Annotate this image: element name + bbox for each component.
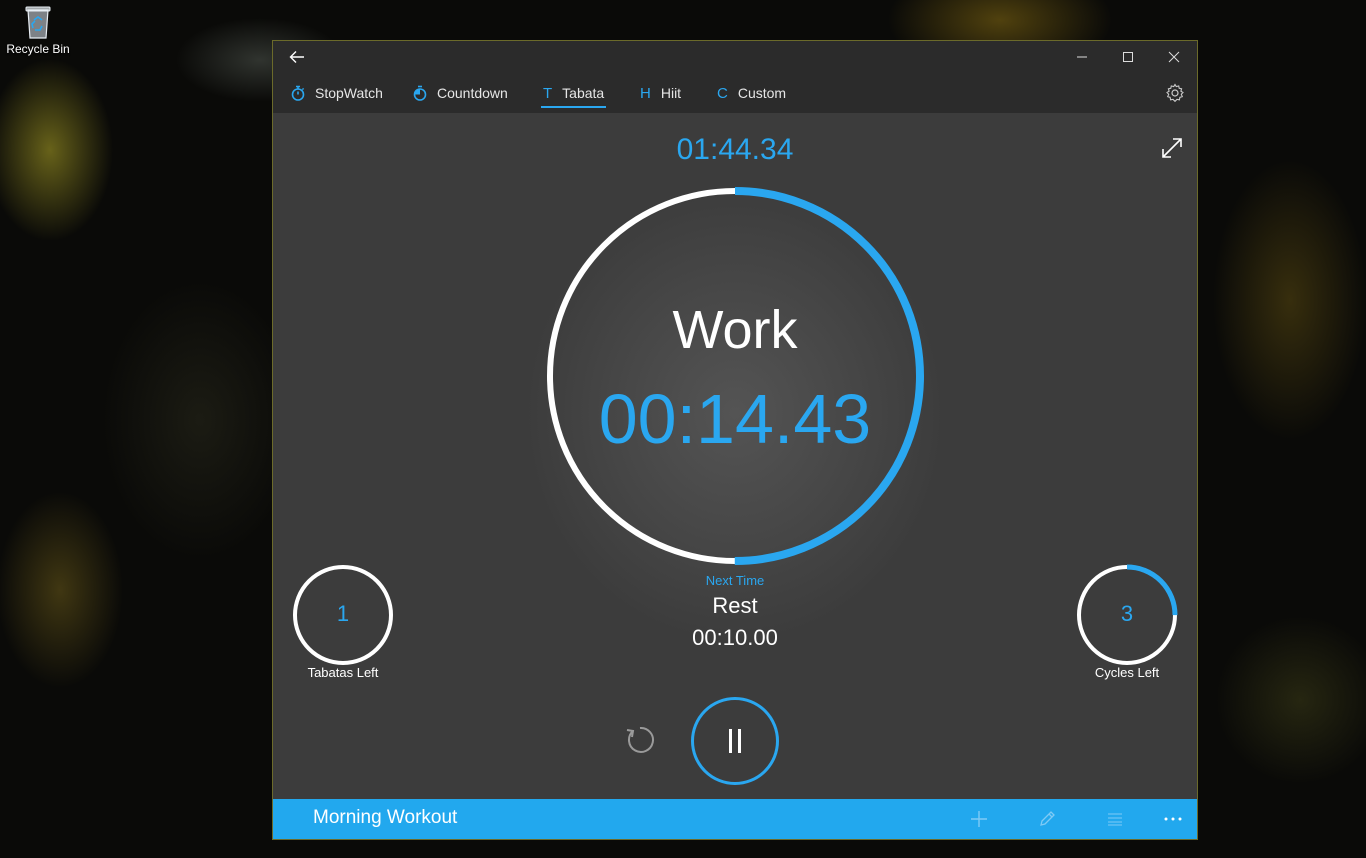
more-dots-icon bbox=[1164, 817, 1182, 821]
tab-stopwatch[interactable]: StopWatch bbox=[291, 73, 383, 113]
settings-button[interactable] bbox=[1165, 83, 1185, 103]
timer-app-window: StopWatch Countdown T Tabata H Hiit C Cu… bbox=[272, 40, 1198, 840]
back-arrow-icon bbox=[289, 51, 304, 63]
countdown-icon bbox=[413, 85, 427, 101]
recycle-bin-label: Recycle Bin bbox=[6, 42, 70, 56]
tab-tabata[interactable]: T Tabata bbox=[541, 73, 607, 113]
recycle-bin-icon bbox=[25, 6, 51, 39]
pause-button[interactable] bbox=[691, 697, 779, 785]
gear-icon bbox=[1166, 83, 1184, 103]
tab-stopwatch-label: StopWatch bbox=[315, 85, 383, 101]
mode-tab-bar: StopWatch Countdown T Tabata H Hiit C Cu… bbox=[273, 73, 1197, 113]
tabatas-left-label: Tabatas Left bbox=[307, 665, 379, 680]
cycles-left-label: Cycles Left bbox=[1094, 665, 1160, 680]
plus-icon bbox=[971, 811, 987, 827]
phase-time-remaining: 00:14.43 bbox=[598, 380, 872, 458]
active-tab-indicator bbox=[541, 106, 607, 108]
reset-icon bbox=[626, 726, 654, 753]
hiit-letter-icon: H bbox=[640, 84, 651, 102]
tab-countdown-label: Countdown bbox=[437, 85, 508, 101]
close-button[interactable] bbox=[1151, 41, 1197, 73]
close-icon bbox=[1168, 51, 1180, 63]
more-options-button[interactable] bbox=[1161, 807, 1185, 831]
edit-workout-button[interactable] bbox=[1035, 807, 1059, 831]
tab-tabata-label: Tabata bbox=[562, 85, 605, 101]
reset-button[interactable] bbox=[623, 723, 657, 757]
add-workout-button[interactable] bbox=[967, 807, 991, 831]
next-time-caption: Next Time bbox=[705, 573, 765, 588]
cycles-left-value: 3 bbox=[1120, 601, 1134, 626]
next-phase-duration: 00:10.00 bbox=[692, 625, 778, 650]
fullscreen-button[interactable] bbox=[1161, 137, 1183, 159]
custom-letter-icon: C bbox=[717, 84, 728, 102]
tab-custom-label: Custom bbox=[737, 85, 787, 101]
current-phase-label: Work bbox=[672, 300, 798, 360]
phase-progress-ring bbox=[546, 187, 924, 565]
recycle-bin-desktop-icon[interactable]: Recycle Bin bbox=[4, 4, 72, 56]
list-icon bbox=[1108, 813, 1122, 826]
tabata-timer-panel: 01:44.34 Work 00:14.43 Next Time Rest 00… bbox=[273, 113, 1197, 799]
tabata-letter-icon: T bbox=[543, 84, 553, 102]
workout-name[interactable]: Morning Workout bbox=[313, 807, 457, 829]
tab-hiit[interactable]: H Hiit bbox=[640, 73, 681, 113]
maximize-button[interactable] bbox=[1105, 41, 1151, 73]
workout-list-button[interactable] bbox=[1103, 807, 1127, 831]
tabatas-left-value: 1 bbox=[336, 601, 350, 626]
back-button[interactable] bbox=[283, 45, 311, 69]
next-phase-name: Rest bbox=[712, 593, 758, 618]
pencil-icon bbox=[1040, 811, 1055, 826]
stopwatch-icon bbox=[291, 85, 305, 101]
expand-icon bbox=[1162, 138, 1182, 158]
minimize-icon bbox=[1077, 56, 1087, 58]
tab-countdown[interactable]: Countdown bbox=[413, 73, 508, 113]
pause-icon-bar-left bbox=[729, 729, 732, 753]
title-bar bbox=[273, 41, 1197, 73]
total-elapsed-time: 01:44.34 bbox=[676, 133, 794, 166]
pause-icon-bar-right bbox=[738, 729, 741, 753]
tab-hiit-label: Hiit bbox=[660, 85, 682, 101]
tab-custom[interactable]: C Custom bbox=[717, 73, 786, 113]
minimize-button[interactable] bbox=[1059, 41, 1105, 73]
workout-bar: Morning Workout bbox=[273, 799, 1197, 839]
maximize-icon bbox=[1123, 52, 1133, 62]
